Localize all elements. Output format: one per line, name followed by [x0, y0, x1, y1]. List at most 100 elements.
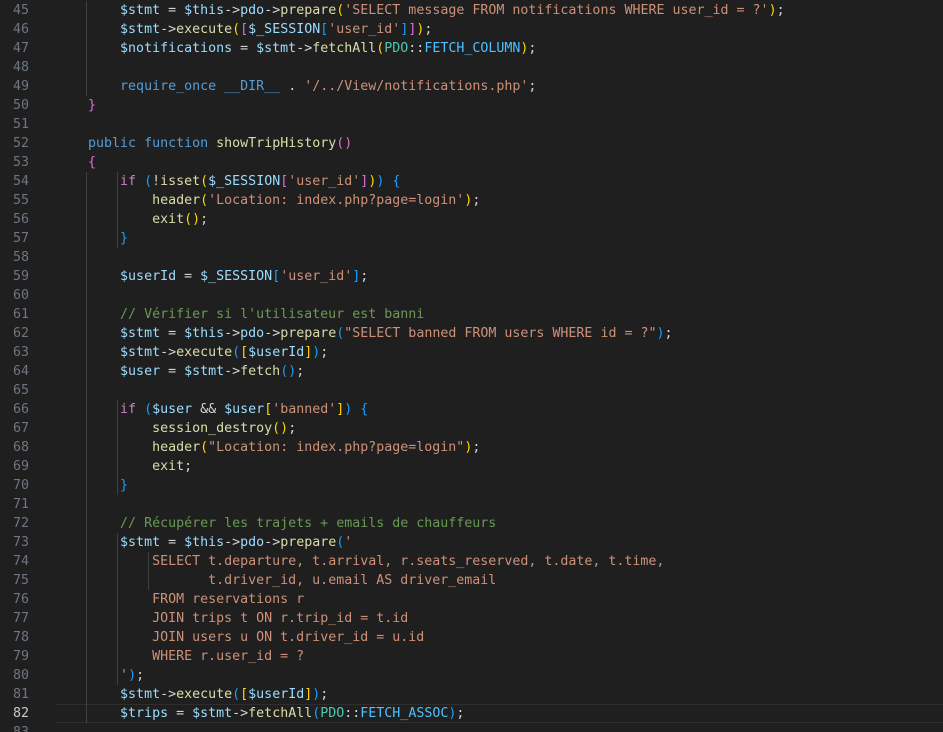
- operator-token: ->: [232, 706, 249, 721]
- line-number[interactable]: 60: [0, 286, 29, 305]
- line-number[interactable]: 74: [0, 552, 29, 571]
- line-number[interactable]: 57: [0, 229, 29, 248]
- line-number[interactable]: 70: [0, 476, 29, 495]
- code-line[interactable]: WHERE r.user_id = ?: [56, 647, 943, 666]
- string-token: JOIN users u ON t.driver_id = u.id: [152, 630, 425, 645]
- line-number[interactable]: 65: [0, 381, 29, 400]
- bracket-token: (: [232, 345, 241, 360]
- line-number[interactable]: 52: [0, 134, 29, 153]
- code-line[interactable]: $stmt->execute([$userId]);: [56, 685, 943, 704]
- operator-token: ;: [456, 706, 465, 721]
- code-line[interactable]: ');: [56, 666, 943, 685]
- line-number[interactable]: 76: [0, 590, 29, 609]
- code-line[interactable]: SELECT t.departure, t.arrival, r.seats_r…: [56, 552, 943, 571]
- line-number[interactable]: 50: [0, 96, 29, 115]
- code-line[interactable]: JOIN users u ON t.driver_id = u.id: [56, 628, 943, 647]
- line-number[interactable]: 56: [0, 210, 29, 229]
- line-number[interactable]: 72: [0, 514, 29, 533]
- operator-token: =: [168, 706, 193, 721]
- code-line[interactable]: $user = $stmt->fetch();: [56, 362, 943, 381]
- line-number[interactable]: 67: [0, 419, 29, 438]
- code-line[interactable]: [56, 723, 943, 732]
- line-number[interactable]: 55: [0, 191, 29, 210]
- line-number[interactable]: 68: [0, 438, 29, 457]
- line-number[interactable]: 62: [0, 324, 29, 343]
- operator-token: ;: [320, 345, 329, 360]
- variable-token: pdo: [240, 3, 265, 18]
- line-number[interactable]: 45: [0, 1, 29, 20]
- line-number[interactable]: 79: [0, 647, 29, 666]
- line-number[interactable]: 63: [0, 343, 29, 362]
- line-number[interactable]: 59: [0, 267, 29, 286]
- line-number[interactable]: 75: [0, 571, 29, 590]
- code-editor[interactable]: 45 46 47 48 49 50 51 52 53 54 55 56 57 58 59 60 61 62 63 64…: [0, 0, 943, 732]
- code-line[interactable]: $stmt = $this->pdo->prepare("SELECT bann…: [56, 324, 943, 343]
- operator-token: ->: [264, 3, 281, 18]
- code-line[interactable]: }: [56, 476, 943, 495]
- line-number[interactable]: 53: [0, 153, 29, 172]
- line-number[interactable]: 58: [0, 248, 29, 267]
- line-number[interactable]: 83: [0, 723, 29, 732]
- code-line-current[interactable]: $trips = $stmt->fetchAll(PDO::FETCH_ASSO…: [56, 704, 943, 723]
- line-number[interactable]: 69: [0, 457, 29, 476]
- code-line[interactable]: $stmt->execute([$userId]);: [56, 343, 943, 362]
- code-line[interactable]: if ($user && $user['banned']) {: [56, 400, 943, 419]
- code-line[interactable]: require_once __DIR__ . '/../View/notific…: [56, 77, 943, 96]
- code-line[interactable]: if (!isset($_SESSION['user_id'])) {: [56, 172, 943, 191]
- line-number[interactable]: 77: [0, 609, 29, 628]
- code-line[interactable]: public function showTripHistory(): [56, 134, 943, 153]
- line-number[interactable]: 80: [0, 666, 29, 685]
- code-area[interactable]: $stmt = $this->pdo->prepare('SELECT mess…: [56, 0, 943, 732]
- code-line[interactable]: $userId = $_SESSION['user_id'];: [56, 267, 943, 286]
- code-line[interactable]: FROM reservations r: [56, 590, 943, 609]
- code-line[interactable]: t.driver_id, u.email AS driver_email: [56, 571, 943, 590]
- line-number[interactable]: 66: [0, 400, 29, 419]
- line-number[interactable]: 46: [0, 20, 29, 39]
- code-line[interactable]: JOIN trips t ON r.trip_id = t.id: [56, 609, 943, 628]
- line-number[interactable]: 61: [0, 305, 29, 324]
- function-name-token: header: [152, 440, 201, 455]
- string-token: "Location: index.php?page=login": [208, 440, 465, 455]
- line-number[interactable]: 71: [0, 495, 29, 514]
- code-line[interactable]: [56, 248, 943, 267]
- bracket-token: {: [392, 174, 401, 189]
- line-number[interactable]: 47: [0, 39, 29, 58]
- bracket-token: (): [336, 136, 353, 151]
- string-token: ': [120, 668, 129, 683]
- line-number[interactable]: 78: [0, 628, 29, 647]
- code-line[interactable]: [56, 115, 943, 134]
- code-line[interactable]: header("Location: index.php?page=login")…: [56, 438, 943, 457]
- line-number[interactable]: 48: [0, 58, 29, 77]
- operator-token: =: [232, 41, 257, 56]
- code-line[interactable]: [56, 58, 943, 77]
- line-number[interactable]: 54: [0, 172, 29, 191]
- line-number[interactable]: 64: [0, 362, 29, 381]
- code-line[interactable]: exit;: [56, 457, 943, 476]
- line-number[interactable]: 81: [0, 685, 29, 704]
- line-number[interactable]: 49: [0, 77, 29, 96]
- operator-token: ->: [224, 535, 241, 550]
- code-line[interactable]: $stmt->execute([$_SESSION['user_id']]);: [56, 20, 943, 39]
- code-line[interactable]: exit();: [56, 210, 943, 229]
- bracket-token: (: [200, 440, 209, 455]
- code-line[interactable]: $stmt = $this->pdo->prepare(': [56, 533, 943, 552]
- code-line[interactable]: [56, 495, 943, 514]
- code-line[interactable]: {: [56, 153, 943, 172]
- line-number[interactable]: 51: [0, 115, 29, 134]
- code-line[interactable]: $stmt = $this->pdo->prepare('SELECT mess…: [56, 1, 943, 20]
- code-line[interactable]: [56, 286, 943, 305]
- code-line[interactable]: $notifications = $stmt->fetchAll(PDO::FE…: [56, 39, 943, 58]
- variable-token: pdo: [240, 535, 265, 550]
- line-number[interactable]: 82: [0, 704, 29, 723]
- code-line[interactable]: // Vérifier si l'utilisateur est banni: [56, 305, 943, 324]
- line-number[interactable]: 73: [0, 533, 29, 552]
- code-line[interactable]: header('Location: index.php?page=login')…: [56, 191, 943, 210]
- code-line[interactable]: session_destroy();: [56, 419, 943, 438]
- code-line[interactable]: [56, 381, 943, 400]
- code-line[interactable]: }: [56, 229, 943, 248]
- code-line[interactable]: }: [56, 96, 943, 115]
- code-line[interactable]: // Récupérer les trajets + emails de cha…: [56, 514, 943, 533]
